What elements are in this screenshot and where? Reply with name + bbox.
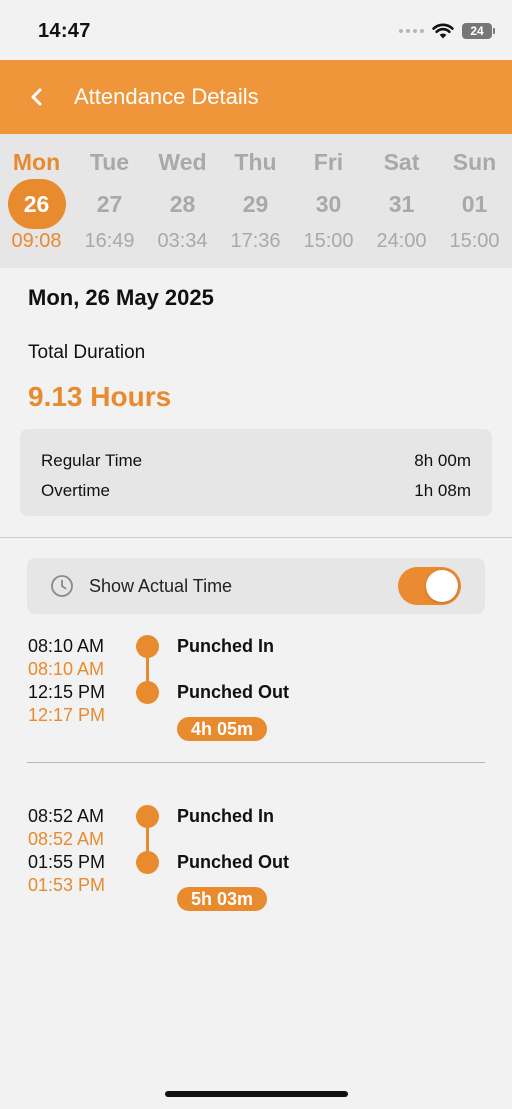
selected-date-title: Mon, 26 May 2025 [28,285,214,310]
punch-in-actual-time: 08:10 AM [28,659,105,679]
punch-out-label: Punched Out [177,682,289,702]
day-item-thu[interactable]: Thu 29 17:36 [219,134,292,268]
day-name: Fri [313,149,344,175]
punch-in-time: 08:10 AM [28,636,105,656]
day-item-mon[interactable]: Mon 26 09:08 [0,134,73,268]
punch-in-actual-time: 08:52 AM [28,829,105,849]
day-date-badge: 27 [81,179,139,229]
punch-in-time: 08:52 AM [28,806,105,826]
punch-out-actual-time: 01:53 PM [28,875,106,895]
day-name: Tue [89,149,130,175]
toggle-knob [426,570,458,602]
punch-out-label: Punched Out [177,852,289,872]
day-date-badge: 01 [446,179,504,229]
day-date: 27 [96,190,123,217]
day-date-badge: 31 [373,179,431,229]
day-date: 26 [23,190,50,217]
day-item-sun[interactable]: Sun 01 15:00 [438,134,511,268]
page-title: Attendance Details [74,84,259,109]
chevron-left-icon [31,88,42,106]
regular-time-label: Regular Time [41,451,143,470]
punch-divider [27,762,485,763]
day-item-sat[interactable]: Sat 31 24:00 [365,134,438,268]
day-date-badge: 30 [300,179,358,229]
day-name: Sun [452,149,497,175]
section-divider [0,537,512,538]
day-date: 30 [315,190,342,217]
day-date: 31 [388,190,415,217]
punch-out-actual-time: 12:17 PM [28,705,106,725]
punch-in-label: Punched In [177,636,275,656]
clock-icon [51,575,73,597]
punch-record: 08:10 AM 08:10 AM 12:15 PM 12:17 PM Punc… [0,634,512,744]
punch-in-dot [136,805,159,828]
punch-out-time: 01:55 PM [28,852,106,872]
day-hours: 15:00 [449,230,500,252]
day-date-badge: 29 [227,179,285,229]
day-item-wed[interactable]: Wed 28 03:34 [146,134,219,268]
punch-record: 08:52 AM 08:52 AM 01:55 PM 01:53 PM Punc… [0,804,512,914]
punch-out-dot [136,851,159,874]
day-name: Sat [383,149,420,175]
day-date: 29 [242,190,269,217]
day-name: Thu [234,149,277,175]
show-actual-time-label: Show Actual Time [89,576,233,596]
status-bar: 14:47 24 [0,0,512,60]
time-summary-card: Regular Time 8h 00m Overtime 1h 08m [20,429,492,516]
day-hours: 09:08 [11,230,62,252]
day-date: 28 [169,190,196,217]
day-date: 01 [461,190,488,217]
regular-time-value: 8h 00m [414,451,471,470]
punch-out-dot [136,681,159,704]
home-indicator[interactable] [165,1091,348,1097]
status-time: 14:47 [38,20,91,42]
battery-icon: 24 [462,23,495,39]
day-item-fri[interactable]: Fri 30 15:00 [292,134,365,268]
status-icons: 24 [399,20,495,42]
day-item-tue[interactable]: Tue 27 16:49 [73,134,146,268]
cellular-signal-icon [399,29,424,33]
regular-time-row: Regular Time 8h 00m [41,451,471,473]
app-header: Attendance Details [0,60,512,134]
show-actual-time-row: Show Actual Time [27,558,485,614]
day-hours: 24:00 [376,230,427,252]
day-hours: 17:36 [230,230,281,252]
punch-in-label: Punched In [177,806,275,826]
day-hours: 03:34 [157,230,208,252]
duration-badge: 4h 05m [177,717,268,741]
total-duration-value: 9.13 Hours [28,381,172,412]
back-button[interactable] [22,82,52,112]
show-actual-time-toggle[interactable] [398,567,461,605]
wifi-icon [432,23,454,39]
day-hours: 16:49 [84,230,135,252]
punch-in-dot [136,635,159,658]
punch-out-time: 12:15 PM [28,682,106,702]
day-date-badge: 26 [7,179,66,229]
day-name: Mon [12,149,61,175]
total-duration-label: Total Duration [28,342,146,363]
overtime-label: Overtime [41,481,110,500]
day-name: Wed [158,149,207,175]
duration-badge: 5h 03m [177,887,268,911]
overtime-row: Overtime 1h 08m [41,481,471,503]
week-day-selector: Mon 26 09:08 Tue 27 16:49 Wed 28 03:34 T… [0,134,512,268]
overtime-value: 1h 08m [414,481,471,500]
day-hours: 15:00 [303,230,354,252]
day-date-badge: 28 [154,179,212,229]
